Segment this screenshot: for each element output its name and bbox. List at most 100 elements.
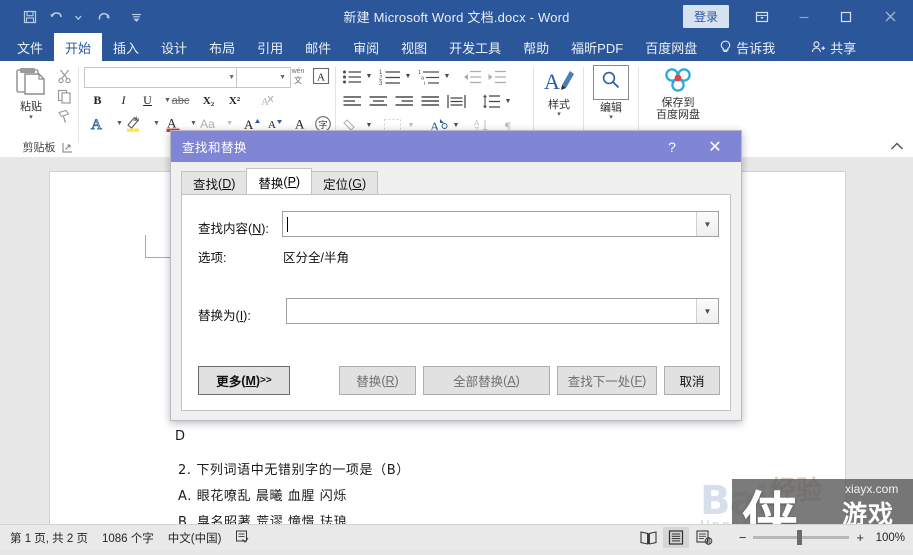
bullets-icon[interactable] bbox=[341, 67, 363, 86]
options-value: 区分全/半角 bbox=[283, 251, 349, 265]
tab-references[interactable]: 引用 bbox=[246, 33, 294, 61]
word-count[interactable]: 1086 个字 bbox=[102, 530, 154, 546]
distribute-icon[interactable] bbox=[446, 92, 467, 111]
tab-mailings[interactable]: 邮件 bbox=[294, 33, 342, 61]
minimize-icon[interactable] bbox=[783, 0, 825, 33]
paste-dropdown-arrow[interactable]: ▾ bbox=[10, 114, 52, 121]
text-effects-icon[interactable]: A bbox=[88, 114, 107, 133]
svg-text:A: A bbox=[295, 116, 305, 131]
page-indicator[interactable]: 第 1 页, 共 2 页 bbox=[10, 530, 88, 546]
clear-formatting-icon[interactable]: A bbox=[257, 91, 276, 110]
paste-button[interactable]: 粘贴 ▾ bbox=[10, 65, 52, 121]
tab-home[interactable]: 开始 bbox=[54, 33, 103, 61]
font-name-input[interactable]: ▼ bbox=[84, 67, 240, 88]
tab-accesskey: D bbox=[222, 176, 232, 191]
multilevel-dropdown-icon[interactable]: ▼ bbox=[442, 67, 452, 86]
find-what-input[interactable] bbox=[283, 212, 696, 236]
tab-foxit-pdf[interactable]: 福昕PDF bbox=[560, 33, 634, 61]
bullets-dropdown-icon[interactable]: ▼ bbox=[364, 67, 374, 86]
web-layout-button[interactable] bbox=[691, 527, 717, 548]
underline-button[interactable]: U bbox=[138, 91, 157, 110]
strikethrough-button[interactable]: abc bbox=[171, 91, 190, 110]
proofing-errors-icon[interactable] bbox=[235, 529, 249, 546]
increase-indent-icon[interactable] bbox=[486, 67, 508, 86]
replace-with-combobox[interactable]: ▼ bbox=[286, 298, 719, 324]
line-spacing-icon[interactable] bbox=[481, 92, 502, 111]
tab-help[interactable]: 帮助 bbox=[512, 33, 560, 61]
tab-insert[interactable]: 插入 bbox=[102, 33, 150, 61]
tab-share[interactable]: 共享 bbox=[800, 33, 867, 61]
align-right-icon[interactable] bbox=[394, 92, 415, 111]
editing-button[interactable]: 编辑 ▾ bbox=[584, 65, 638, 121]
zoom-out-button[interactable]: − bbox=[739, 530, 747, 545]
collapse-ribbon-icon[interactable] bbox=[889, 139, 905, 153]
zoom-slider[interactable] bbox=[753, 530, 850, 545]
align-left-icon[interactable] bbox=[342, 92, 363, 111]
character-border-icon[interactable]: A bbox=[310, 66, 331, 85]
chevron-down-icon[interactable]: ▼ bbox=[696, 299, 718, 323]
read-mode-button[interactable] bbox=[635, 527, 661, 548]
tab-label: 引用 bbox=[257, 40, 284, 56]
tab-file[interactable]: 文件 bbox=[6, 33, 54, 61]
more-button[interactable]: 更多(M) >> bbox=[198, 366, 290, 395]
bold-button[interactable]: B bbox=[88, 91, 107, 110]
cancel-button[interactable]: 取消 bbox=[664, 366, 720, 395]
numbering-dropdown-icon[interactable]: ▼ bbox=[403, 67, 413, 86]
help-icon[interactable]: ? bbox=[657, 131, 687, 162]
find-what-combobox[interactable]: ▼ bbox=[282, 211, 719, 237]
tab-review[interactable]: 审阅 bbox=[342, 33, 390, 61]
tab-design[interactable]: 设计 bbox=[150, 33, 198, 61]
maximize-icon[interactable] bbox=[825, 0, 867, 33]
multilevel-list-icon[interactable]: 1ai bbox=[417, 67, 441, 86]
styles-dropdown-arrow[interactable]: ▾ bbox=[535, 111, 583, 118]
dialog-title-bar[interactable]: 查找和替换 ? ✕ bbox=[171, 131, 741, 162]
superscript-button[interactable]: X² bbox=[225, 91, 244, 110]
tab-developer[interactable]: 开发工具 bbox=[438, 33, 512, 61]
zoom-percentage[interactable]: 100% bbox=[871, 532, 905, 544]
text-highlight-icon[interactable]: ab bbox=[124, 114, 144, 133]
tab-tell-me[interactable]: 告诉我 bbox=[708, 33, 786, 61]
close-icon[interactable]: ✕ bbox=[695, 131, 735, 162]
close-glyph: ✕ bbox=[708, 138, 722, 156]
tab-baidu-netdisk[interactable]: 百度网盘 bbox=[634, 33, 708, 61]
styles-button[interactable]: A 样式 ▾ bbox=[535, 65, 583, 118]
find-and-replace-dialog[interactable]: 查找和替换 ? ✕ 查找(D) 替换(P) 定位(G) 查找内容(N): ▼ 选… bbox=[170, 130, 742, 421]
replace-with-input[interactable] bbox=[287, 299, 696, 323]
clipboard-dialog-launcher[interactable] bbox=[62, 142, 74, 154]
save-to-baidu-button[interactable]: 保存到 百度网盘 bbox=[639, 65, 717, 121]
replace-all-button[interactable]: 全部替换(A) bbox=[423, 366, 550, 395]
zoom-in-button[interactable]: + bbox=[856, 530, 864, 545]
language-indicator[interactable]: 中文(中国) bbox=[168, 530, 222, 546]
replace-button[interactable]: 替换(R) bbox=[339, 366, 416, 395]
print-layout-button[interactable] bbox=[663, 527, 689, 548]
phonetic-guide-icon[interactable]: wén 文 bbox=[288, 66, 308, 85]
dialog-tab-goto[interactable]: 定位(G) bbox=[311, 171, 379, 195]
subscript-button[interactable]: X₂ bbox=[199, 91, 218, 110]
tab-view[interactable]: 视图 bbox=[390, 33, 438, 61]
tab-layout[interactable]: 布局 bbox=[198, 33, 246, 61]
decrease-indent-icon[interactable] bbox=[461, 67, 483, 86]
align-center-icon[interactable] bbox=[368, 92, 389, 111]
find-next-button[interactable]: 查找下一处(F) bbox=[557, 366, 657, 395]
chevron-down-icon[interactable]: ▼ bbox=[696, 212, 718, 236]
font-size-input[interactable]: ▼ bbox=[236, 67, 291, 88]
tab-label: 定位 bbox=[323, 178, 349, 192]
ribbon-display-options-icon[interactable] bbox=[741, 0, 783, 33]
close-icon[interactable] bbox=[867, 0, 913, 33]
dialog-tab-find[interactable]: 查找(D) bbox=[181, 171, 248, 195]
dialog-tab-replace[interactable]: 替换(P) bbox=[246, 168, 313, 195]
italic-button[interactable]: I bbox=[114, 91, 133, 110]
zoom-slider-thumb[interactable] bbox=[797, 530, 803, 545]
editing-dropdown-arrow[interactable]: ▾ bbox=[584, 114, 638, 121]
numbering-icon[interactable]: 123 bbox=[378, 67, 402, 86]
tab-label: 查找 bbox=[193, 178, 219, 192]
cut-icon[interactable] bbox=[54, 67, 74, 85]
sign-in-button[interactable]: 登录 bbox=[682, 5, 729, 28]
baidu-line1: 保存到 bbox=[661, 97, 695, 109]
line-spacing-dropdown-icon[interactable]: ▼ bbox=[503, 92, 513, 111]
format-painter-icon[interactable] bbox=[54, 107, 74, 125]
justify-icon[interactable] bbox=[420, 92, 441, 111]
copy-icon[interactable] bbox=[54, 87, 74, 105]
chevron-down-icon[interactable]: ▼ bbox=[279, 74, 288, 81]
svg-text:ab: ab bbox=[134, 117, 140, 123]
